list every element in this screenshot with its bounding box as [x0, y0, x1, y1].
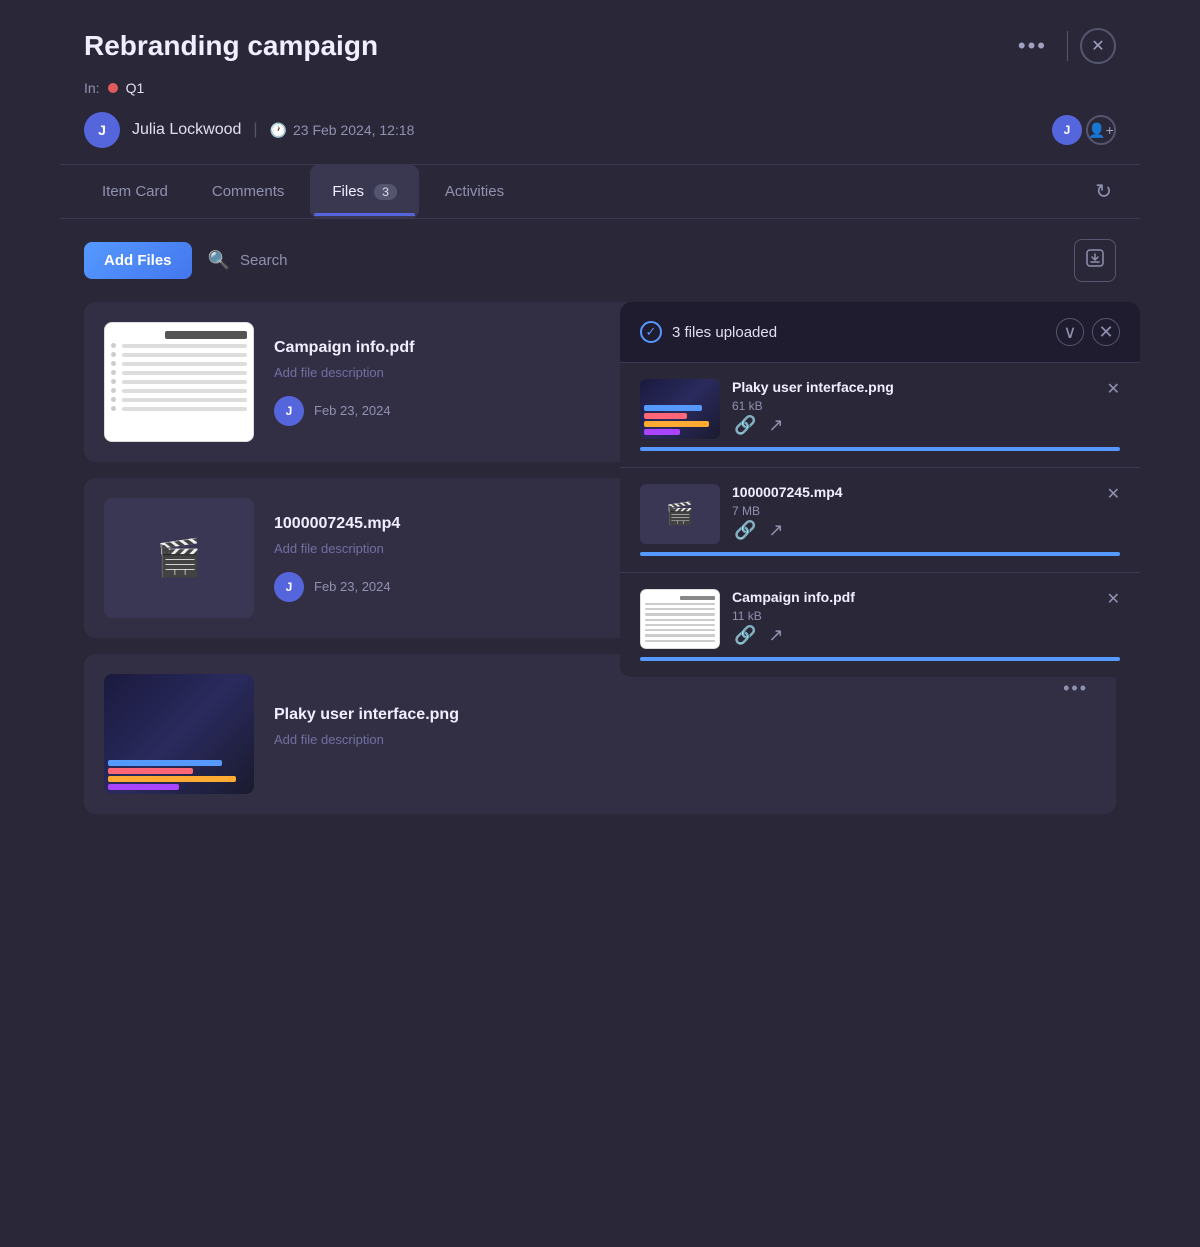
file-thumbnail-video: 🎬	[104, 498, 254, 618]
member-avatar[interactable]: J	[1052, 115, 1082, 145]
add-member-button[interactable]: 👤+	[1086, 115, 1116, 145]
tab-files[interactable]: Files 3	[314, 167, 415, 216]
popup-close-icon: ✕	[1098, 322, 1113, 343]
copy-link-button-pdf[interactable]: 🔗	[732, 623, 758, 648]
copy-link-button-png[interactable]: 🔗	[732, 413, 758, 438]
upload-file-info-png: Plaky user interface.png 61 kB 🔗 ↗	[732, 379, 1095, 438]
tabs-row: Item Card Comments Files 3 Activities ↻	[60, 165, 1140, 219]
tab-files-container: Files 3	[310, 165, 419, 218]
copy-link-button-video[interactable]: 🔗	[732, 518, 758, 543]
upload-thumb-video: 🎬	[640, 484, 720, 544]
refresh-button[interactable]: ↻	[1091, 175, 1116, 208]
datetime: 23 Feb 2024, 12:18	[293, 122, 414, 138]
user-avatar-group: J 👤+	[1052, 115, 1116, 145]
tabs: Item Card Comments Files 3 Activities	[84, 165, 522, 218]
upload-file-info-pdf: Campaign info.pdf 11 kB 🔗 ↗	[732, 589, 1095, 648]
file-date-pdf: Feb 23, 2024	[314, 403, 391, 418]
search-bar: 🔍 Search	[208, 250, 1058, 271]
upload-file-size-png: 61 kB	[732, 399, 1095, 413]
open-external-button-video[interactable]: ↗	[766, 518, 785, 543]
add-files-button[interactable]: Add Files	[84, 242, 192, 279]
search-icon: 🔍	[208, 250, 230, 271]
upload-item-png: Plaky user interface.png 61 kB 🔗 ↗ ✕	[620, 362, 1140, 467]
upload-file-name-pdf: Campaign info.pdf	[732, 589, 1095, 605]
more-options-button[interactable]: •••	[1010, 29, 1055, 63]
popup-close-button[interactable]: ✕	[1092, 318, 1120, 346]
files-list: Campaign info.pdf Add file description J…	[60, 302, 1140, 814]
file-avatar-video: J	[274, 572, 304, 602]
upload-thumb-pdf	[640, 589, 720, 649]
upload-status: ✓ 3 files uploaded	[640, 321, 777, 343]
app-container: Rebranding campaign ••• ✕ In: Q1 J Julia…	[60, 0, 1140, 1247]
divider: |	[253, 121, 257, 139]
chevron-down-icon: ∨	[1063, 322, 1076, 343]
upload-item-pdf: Campaign info.pdf 11 kB 🔗 ↗ ✕	[620, 572, 1140, 677]
upload-file-actions-pdf: 🔗 ↗	[732, 623, 1095, 648]
open-external-button-pdf[interactable]: ↗	[766, 623, 785, 648]
user-row: J Julia Lockwood | 🕐 23 Feb 2024, 12:18 …	[60, 104, 1140, 165]
upload-file-name-png: Plaky user interface.png	[732, 379, 1095, 395]
video-thumb-icon: 🎬	[666, 501, 693, 527]
download-button[interactable]	[1074, 239, 1116, 282]
upload-file-info-video: 1000007245.mp4 7 MB 🔗 ↗	[732, 484, 1095, 543]
collapse-button[interactable]: ∨	[1056, 318, 1084, 346]
file-card-png: Plaky user interface.png Add file descri…	[84, 654, 1116, 814]
file-info-png: Plaky user interface.png Add file descri…	[274, 706, 1035, 763]
user-name: Julia Lockwood	[132, 121, 241, 139]
progress-bar-pdf	[640, 657, 1120, 661]
upload-status-text: 3 files uploaded	[672, 324, 777, 341]
download-icon	[1085, 248, 1105, 273]
upload-popup: ✓ 3 files uploaded ∨ ✕	[620, 302, 1140, 677]
meta-row: In: Q1	[60, 80, 1140, 104]
search-placeholder[interactable]: Search	[240, 252, 288, 269]
refresh-icon: ↻	[1095, 181, 1112, 203]
pdf-preview	[105, 323, 253, 441]
tab-comments[interactable]: Comments	[194, 167, 303, 216]
upload-file-size-pdf: 11 kB	[732, 609, 1095, 623]
upload-popup-header: ✓ 3 files uploaded ∨ ✕	[620, 302, 1140, 362]
upload-item-video: 🎬 1000007245.mp4 7 MB 🔗 ↗ ✕	[620, 467, 1140, 572]
in-label: In:	[84, 80, 100, 96]
files-toolbar: Add Files 🔍 Search	[60, 219, 1140, 302]
remove-video-button[interactable]: ✕	[1107, 484, 1120, 504]
file-thumbnail-png	[104, 674, 254, 794]
clock-icon: 🕐	[270, 122, 287, 139]
file-avatar-pdf: J	[274, 396, 304, 426]
file-desc-png: Add file description	[274, 732, 1035, 747]
header-actions: ••• ✕	[1010, 28, 1116, 64]
file-date-video: Feb 23, 2024	[314, 579, 391, 594]
avatar: J	[84, 112, 120, 148]
progress-bar-video	[640, 552, 1120, 556]
check-circle-icon: ✓	[640, 321, 662, 343]
close-button[interactable]: ✕	[1080, 28, 1116, 64]
open-external-button-png[interactable]: ↗	[766, 413, 785, 438]
remove-pdf-button[interactable]: ✕	[1107, 589, 1120, 609]
files-badge: 3	[374, 184, 397, 200]
header: Rebranding campaign ••• ✕	[60, 0, 1140, 80]
upload-thumb-png	[640, 379, 720, 439]
tab-activities[interactable]: Activities	[427, 167, 522, 216]
file-thumbnail-pdf	[104, 322, 254, 442]
progress-bar-png	[640, 447, 1120, 451]
upload-file-actions-png: 🔗 ↗	[732, 413, 1095, 438]
page-title: Rebranding campaign	[84, 30, 378, 62]
time-info: 🕐 23 Feb 2024, 12:18	[270, 122, 415, 139]
close-icon: ✕	[1091, 36, 1104, 56]
remove-png-button[interactable]: ✕	[1107, 379, 1120, 399]
tab-item-card[interactable]: Item Card	[84, 167, 186, 216]
png-preview	[104, 674, 254, 794]
upload-file-size-video: 7 MB	[732, 504, 1095, 518]
upload-file-name-video: 1000007245.mp4	[732, 484, 1095, 500]
upload-header-actions: ∨ ✕	[1056, 318, 1120, 346]
file-more-button-png[interactable]: •••	[1055, 674, 1096, 703]
add-person-icon: 👤+	[1088, 122, 1114, 139]
group-color-dot	[108, 83, 118, 93]
file-name-png: Plaky user interface.png	[274, 706, 1035, 724]
video-icon: 🎬	[157, 537, 202, 579]
group-name: Q1	[126, 80, 145, 96]
user-info: J Julia Lockwood | 🕐 23 Feb 2024, 12:18	[84, 112, 414, 148]
upload-file-actions-video: 🔗 ↗	[732, 518, 1095, 543]
